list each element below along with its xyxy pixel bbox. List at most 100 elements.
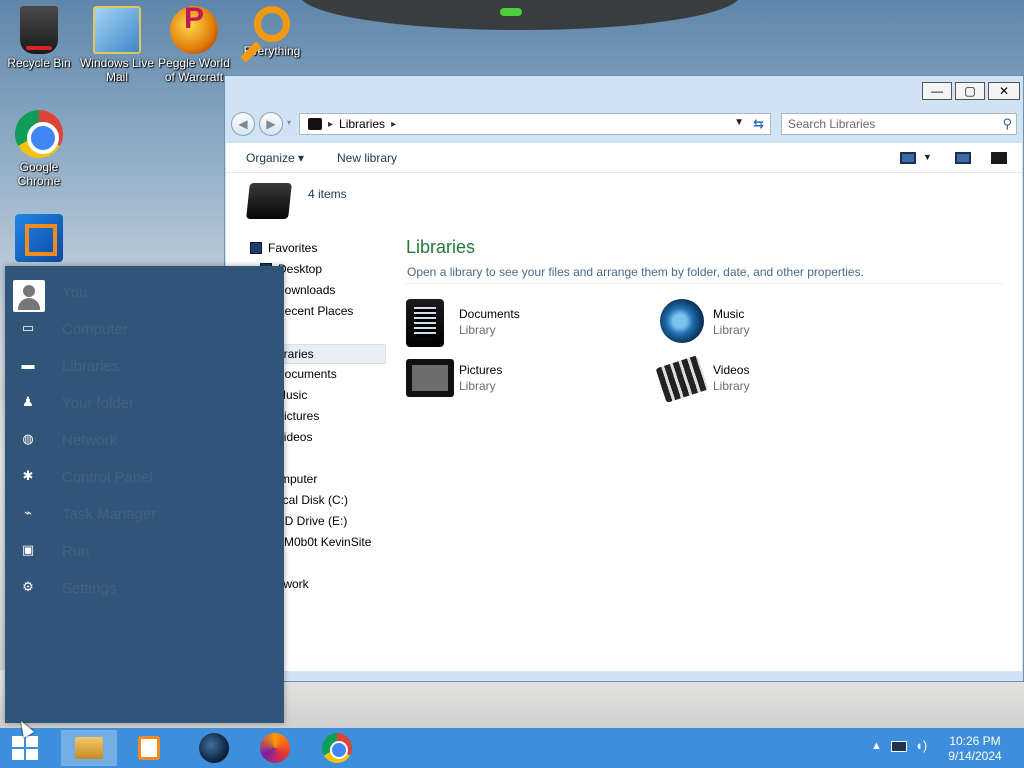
start-menu-item-settings[interactable]: ⚙ Settings xyxy=(5,570,284,606)
nav-label: Downloads xyxy=(276,283,336,297)
windows-logo-icon xyxy=(26,749,38,760)
libraries-icon xyxy=(308,118,322,130)
library-type: Library xyxy=(459,379,496,393)
music-library-icon xyxy=(660,299,704,343)
start-menu-label: Libraries xyxy=(62,358,120,375)
nav-label: Recent Places xyxy=(276,304,354,318)
start-menu-item-computer[interactable]: ▭ Computer xyxy=(5,311,284,347)
search-input[interactable]: Search Libraries ⚲ xyxy=(781,113,1017,135)
library-tile-pictures[interactable]: Pictures Library xyxy=(406,355,646,403)
documents-library-icon xyxy=(406,299,444,347)
details-header: 4 items xyxy=(226,173,1022,233)
start-menu-label: Control Panel xyxy=(62,469,153,486)
start-button[interactable] xyxy=(12,736,40,762)
desktop-icon-google-chrome[interactable]: Google Chrome xyxy=(0,110,78,188)
view-options-dropdown-icon[interactable]: ▼ xyxy=(923,152,932,162)
help-icon[interactable] xyxy=(991,152,1007,164)
window-titlebar[interactable]: — ▢ ✕ xyxy=(225,76,1023,106)
nav-network[interactable]: twork xyxy=(280,577,309,591)
start-menu-label: Run xyxy=(62,543,90,560)
nav-favorites[interactable]: Favorites xyxy=(250,241,317,255)
start-menu-item-control-panel[interactable]: ✱ Control Panel xyxy=(5,459,284,495)
taskbar-app-file-explorer[interactable] xyxy=(61,730,117,766)
forward-button[interactable]: ▶ xyxy=(259,112,283,136)
address-row: ◀ ▶ ▾ ▸ Libraries ▸ ▼ ⇆ Search Libraries… xyxy=(229,110,1017,138)
library-name: Videos xyxy=(713,363,750,377)
library-name: Documents xyxy=(459,307,520,321)
system-clock[interactable]: 10:26 PM 9/14/2024 xyxy=(945,734,1005,764)
clock-time: 10:26 PM xyxy=(949,734,1001,748)
desktop-icon-label: Windows Live Mail xyxy=(79,56,155,84)
new-library-button[interactable]: New library xyxy=(337,151,397,165)
breadcrumb-chevron-icon[interactable]: ▸ xyxy=(391,119,396,130)
nav-label: twork xyxy=(280,577,309,591)
nav-computer[interactable]: mputer xyxy=(280,472,317,486)
desktop-icon-windows-live-mail[interactable]: Windows Live Mail xyxy=(78,6,156,84)
breadcrumb-libraries[interactable]: Libraries xyxy=(339,117,385,131)
page-title: Libraries xyxy=(406,237,476,257)
address-dropdown-icon[interactable]: ▼ xyxy=(734,117,744,128)
desktop-icon-recycle-bin[interactable]: Recycle Bin xyxy=(0,6,78,70)
taskbar-app-game[interactable] xyxy=(186,730,242,766)
start-menu-item-task-manager[interactable]: ⌁ Task Manager xyxy=(5,496,284,532)
breadcrumb-chevron-icon[interactable]: ▸ xyxy=(328,119,333,130)
clock-date: 9/14/2024 xyxy=(948,749,1002,763)
recycle-bin-icon xyxy=(20,6,58,54)
library-tile-videos[interactable]: Videos Library xyxy=(655,355,900,403)
libraries-large-icon xyxy=(246,183,292,219)
start-menu-label: Network xyxy=(62,432,118,449)
search-placeholder: Search Libraries xyxy=(788,117,876,131)
game-icon xyxy=(199,733,229,763)
organize-button[interactable]: Organize ▾ xyxy=(246,151,304,165)
show-hidden-icons-icon[interactable]: ▲ xyxy=(871,740,882,752)
chrome-icon xyxy=(15,110,63,158)
taskbar-app-chrome[interactable] xyxy=(309,730,365,766)
nav-label: VM0b0t KevinSite xyxy=(276,535,372,549)
start-menu-item-network[interactable]: ◍ Network xyxy=(5,422,284,458)
start-menu: You ▭ Computer ▬ Libraries ♟ Your folder… xyxy=(5,266,284,723)
windows-logo-icon xyxy=(26,736,38,747)
page-subtitle: Open a library to see your files and arr… xyxy=(407,265,864,279)
change-view-icon[interactable] xyxy=(900,152,916,164)
refresh-icon[interactable]: ⇆ xyxy=(753,116,764,132)
desktop-icon-peggle[interactable]: Peggle World of Warcraft xyxy=(155,6,233,84)
start-menu-item-you[interactable]: You xyxy=(5,272,284,312)
minimize-button[interactable]: — xyxy=(922,82,952,100)
nav-cd-drive[interactable]: CD Drive (E:) xyxy=(276,514,347,528)
taskbar-app-firefox[interactable] xyxy=(247,730,303,766)
user-avatar-icon xyxy=(13,280,45,312)
volume-tray-icon[interactable]: ◖) xyxy=(915,738,927,753)
library-type: Library xyxy=(459,323,496,337)
windows-logo-icon xyxy=(12,736,24,747)
library-type: Library xyxy=(713,379,750,393)
nav-documents[interactable]: Documents xyxy=(276,367,337,381)
taskbar-app-media-player[interactable] xyxy=(121,730,177,766)
close-button[interactable]: ✕ xyxy=(988,82,1020,100)
nav-network-share[interactable]: VM0b0t KevinSite xyxy=(276,535,371,549)
nav-label: Documents xyxy=(276,367,337,381)
start-menu-item-your-folder[interactable]: ♟ Your folder xyxy=(5,385,284,421)
desktop-icon-label: Peggle World of Warcraft xyxy=(158,56,230,84)
library-tile-music[interactable]: Music Library xyxy=(660,299,900,347)
start-menu-item-run[interactable]: ▣ Run xyxy=(5,533,284,569)
address-bar[interactable]: ▸ Libraries ▸ ▼ ⇆ xyxy=(299,113,771,135)
nav-recent-places[interactable]: Recent Places xyxy=(276,304,353,318)
search-icon[interactable]: ⚲ xyxy=(1002,116,1012,132)
library-type: Library xyxy=(713,323,750,337)
maximize-button[interactable]: ▢ xyxy=(955,82,985,100)
network-icon: ◍ xyxy=(22,431,34,446)
recent-pages-dropdown-icon[interactable]: ▾ xyxy=(287,118,291,127)
nav-label: mputer xyxy=(280,472,318,486)
nav-downloads[interactable]: Downloads xyxy=(276,283,335,297)
desktop-icon-label: Recycle Bin xyxy=(7,56,71,70)
nav-label: Desktop xyxy=(278,262,323,276)
desktop-icon-vmware[interactable] xyxy=(0,214,78,264)
nav-local-disk[interactable]: ocal Disk (C:) xyxy=(276,493,348,507)
start-menu-item-libraries[interactable]: ▬ Libraries xyxy=(5,348,284,384)
desktop-icon-everything[interactable]: Everything xyxy=(233,6,311,58)
back-button[interactable]: ◀ xyxy=(231,112,255,136)
display-tray-icon[interactable] xyxy=(891,741,907,752)
preview-pane-icon[interactable] xyxy=(955,152,971,164)
library-tile-documents[interactable]: Documents Library xyxy=(406,299,646,347)
desktop-icon-label: Google Chrome xyxy=(17,160,61,188)
